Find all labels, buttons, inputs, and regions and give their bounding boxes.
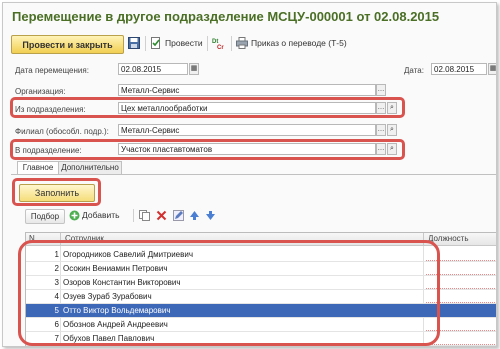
move-date-label: Дата перемещения: [15,66,89,75]
from-department-label: Из подразделения: [15,105,86,114]
branch-field[interactable]: Металл-Сервис [118,124,376,136]
add-icon[interactable] [69,210,80,221]
save-icon[interactable] [128,37,140,49]
tab-main[interactable]: Главное [17,161,59,174]
printer-icon[interactable] [236,37,248,49]
window-title: Перемещение в другое подразделение МСЦУ-… [12,9,440,24]
tab-additional[interactable]: Дополнительно [58,161,122,174]
edit-icon[interactable] [173,210,184,221]
select-dots-icon[interactable]: … [376,124,386,136]
organization-label: Организация: [15,87,66,96]
to-department-label: В подразделение: [15,146,82,155]
delete-icon[interactable] [156,210,167,221]
select-dots-icon[interactable]: … [376,84,386,96]
svg-text:Cr: Cr [217,45,224,49]
toolbar-divider [133,209,134,222]
toolbar-divider [145,36,146,51]
toolbar: Провести и закрыть Провести Dt Cr Приказ … [11,35,496,54]
table-toolbar: Подбор Добавить [25,209,496,224]
fill-button[interactable]: Заполнить [19,184,95,202]
add-button[interactable]: Добавить [82,210,120,220]
document-window: Перемещение в другое подразделение МСЦУ-… [2,2,497,347]
post-button[interactable]: Провести [165,38,203,48]
select-dots-icon[interactable]: … [376,102,386,114]
move-up-icon[interactable] [189,210,200,221]
search-icon[interactable]: ⌕ [387,102,397,114]
to-department-field[interactable]: Участок пластавтоматов [118,143,376,155]
date-field[interactable]: 02.08.2015 [431,63,487,75]
calendar-icon[interactable]: ▦ [488,63,496,75]
toolbar-divider [207,36,208,51]
debit-credit-icon[interactable]: Dt Cr [212,37,224,51]
select-dots-icon[interactable]: … [376,143,386,155]
post-document-icon[interactable] [150,37,162,49]
calendar-icon[interactable]: ▦ [189,63,199,75]
toolbar-divider [231,36,232,51]
post-and-close-button[interactable]: Провести и закрыть [11,35,124,54]
move-date-field[interactable]: 02.08.2015 [118,63,188,75]
copy-icon[interactable] [139,210,150,221]
move-down-icon[interactable] [205,210,216,221]
date-label: Дата: [404,66,424,75]
search-icon[interactable]: ⌕ [387,124,397,136]
transfer-order-button[interactable]: Приказ о переводе (Т-5) [251,38,347,48]
from-department-field[interactable]: Цех металлообработки [118,102,376,114]
branch-label: Филиал (обособл. подр.): [15,127,109,136]
organization-field[interactable]: Металл-Сервис [118,84,376,96]
select-button[interactable]: Подбор [25,209,65,224]
highlight-employee-list [18,240,440,346]
search-icon[interactable]: ⌕ [387,143,397,155]
